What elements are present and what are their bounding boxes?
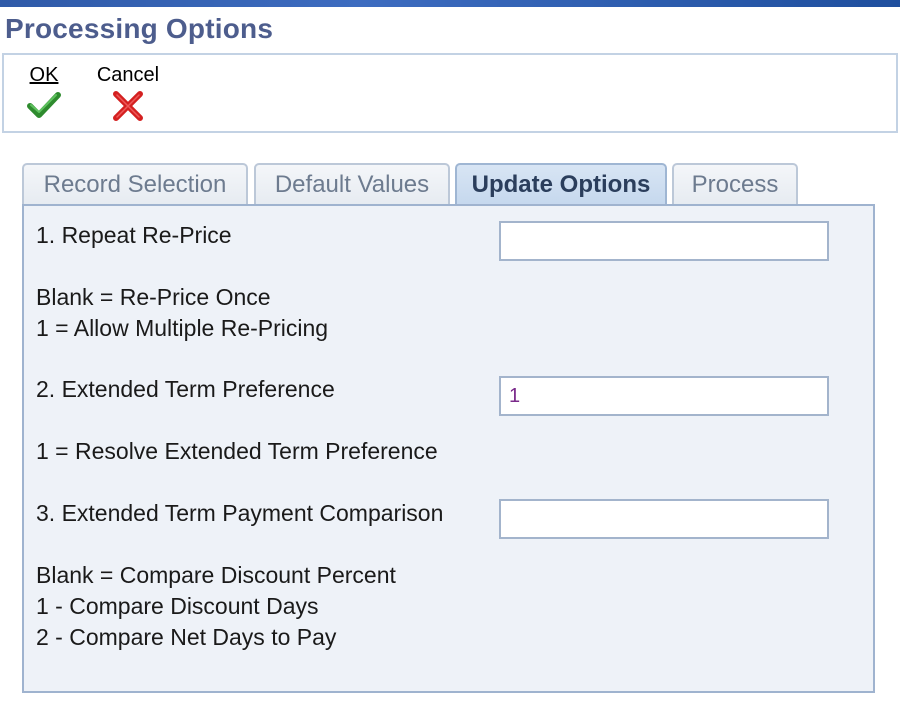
ok-label: OK [24,63,64,87]
tab-process[interactable]: Process [672,163,798,205]
window-top-strip [0,0,900,7]
checkmark-icon [24,91,64,125]
repeat-reprice-field[interactable] [499,221,829,261]
ok-label-text: OK [29,64,59,86]
tab-default-values[interactable]: Default Values [254,163,450,205]
option-2-label: 2. Extended Term Preference [36,376,335,402]
x-icon [92,91,164,127]
option-2-help-1: 1 = Resolve Extended Term Preference [36,438,438,464]
toolbar: OK Cancel [2,53,898,133]
option-1-help-1: Blank = Re-Price Once [36,284,271,310]
option-3-help-3: 2 - Compare Net Days to Pay [36,624,337,650]
option-1-help-2: 1 = Allow Multiple Re-Pricing [36,315,329,341]
cancel-button[interactable]: Cancel [92,63,164,127]
extended-term-preference-field[interactable] [499,376,829,416]
option-3-label: 3. Extended Term Payment Comparison [36,500,444,526]
update-options-panel: 1. Repeat Re-Price Blank = Re-Price Once… [22,204,875,693]
option-1-label: 1. Repeat Re-Price [36,222,232,248]
page-title: Processing Options [5,13,274,44]
extended-term-payment-comparison-field[interactable] [499,499,829,539]
option-3-help-1: Blank = Compare Discount Percent [36,562,396,588]
ok-button[interactable]: OK [24,63,64,125]
tab-update-options[interactable]: Update Options [455,163,667,207]
option-3-help-2: 1 - Compare Discount Days [36,593,319,619]
tab-record-selection[interactable]: Record Selection [22,163,248,205]
cancel-label: Cancel [96,64,160,86]
